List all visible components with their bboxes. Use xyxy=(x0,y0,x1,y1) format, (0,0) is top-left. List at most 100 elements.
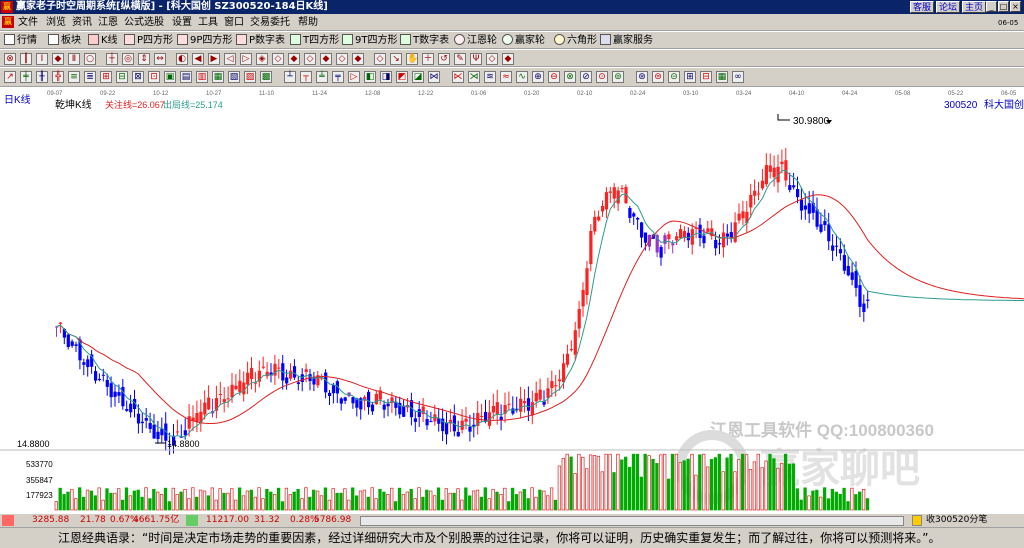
menu-settings[interactable]: 设置 xyxy=(172,16,192,29)
drawing-tool-icon[interactable]: ✋ xyxy=(406,53,418,65)
analysis-tool-icon[interactable]: ⊟ xyxy=(116,71,128,83)
drawing-tool-icon[interactable]: Ι xyxy=(36,53,48,65)
analysis-tool-icon[interactable]: ⋊ xyxy=(468,71,480,83)
homepage-link[interactable]: 主页 xyxy=(962,1,987,13)
drawing-tool-icon[interactable]: ▶ xyxy=(208,53,220,65)
analysis-tool-icon[interactable]: ∞ xyxy=(732,71,744,83)
analysis-tool-icon[interactable]: ⊟ xyxy=(700,71,712,83)
analysis-tool-icon[interactable]: ⋈ xyxy=(428,71,440,83)
drawing-tool-icon[interactable]: Ψ xyxy=(470,53,482,65)
quotes-button[interactable]: 行情 xyxy=(4,34,37,48)
drawing-tool-icon[interactable]: ◐ xyxy=(176,53,188,65)
drawing-tool-icon[interactable]: ◆ xyxy=(288,53,300,65)
hexagon-button[interactable]: 六角形 xyxy=(554,34,597,48)
drawing-tool-icon[interactable]: ◇ xyxy=(304,53,316,65)
drawing-tool-icon[interactable]: ◎ xyxy=(122,53,134,65)
menu-info[interactable]: 资讯 xyxy=(72,16,92,29)
analysis-tool-icon[interactable]: ≋ xyxy=(484,71,496,83)
analysis-tool-icon[interactable]: ╬ xyxy=(52,71,64,83)
menu-file[interactable]: 文件 xyxy=(18,16,38,29)
drawing-tool-icon[interactable]: ⇔ xyxy=(154,53,166,65)
menu-tools[interactable]: 工具 xyxy=(198,16,218,29)
drawing-tool-icon[interactable]: Ⅱ xyxy=(68,53,80,65)
analysis-tool-icon[interactable]: ⊞ xyxy=(100,71,112,83)
analysis-tool-icon[interactable]: ╪ xyxy=(20,71,32,83)
analysis-tool-icon[interactable]: ≣ xyxy=(84,71,96,83)
gann-wheel-button[interactable]: 江恩轮 xyxy=(454,34,497,48)
menu-help[interactable]: 帮助 xyxy=(298,16,318,29)
analysis-tool-icon[interactable]: ⋉ xyxy=(452,71,464,83)
analysis-tool-icon[interactable]: ╤ xyxy=(332,71,344,83)
analysis-tool-icon[interactable]: ≈ xyxy=(500,71,512,83)
9p-square-button[interactable]: 9P四方形 xyxy=(177,34,232,48)
winner-wheel-button[interactable]: 赢家轮 xyxy=(502,34,545,48)
analysis-tool-icon[interactable]: ▦ xyxy=(212,71,224,83)
analysis-tool-icon[interactable]: ⊖ xyxy=(548,71,560,83)
drawing-tool-icon[interactable]: ┼ xyxy=(106,53,118,65)
analysis-tool-icon[interactable]: ⊗ xyxy=(564,71,576,83)
analysis-tool-icon[interactable]: ╫ xyxy=(36,71,48,83)
forum-link[interactable]: 论坛 xyxy=(936,1,961,13)
menu-window[interactable]: 窗口 xyxy=(224,16,244,29)
analysis-tool-icon[interactable]: ⊘ xyxy=(580,71,592,83)
analysis-tool-icon[interactable]: ╧ xyxy=(316,71,328,83)
minimize-button[interactable]: _ xyxy=(986,1,997,12)
drawing-tool-icon[interactable]: ◇ xyxy=(486,53,498,65)
kline-chart[interactable]: 09-07 09-22 10-12 10-27 11-10 11-24 12-08 12-22… xyxy=(0,87,1024,513)
analysis-tool-icon[interactable]: ↗ xyxy=(4,71,16,83)
menu-gann[interactable]: 江恩 xyxy=(98,16,118,29)
analysis-tool-icon[interactable]: ▣ xyxy=(164,71,176,83)
drawing-tool-icon[interactable]: ◀ xyxy=(192,53,204,65)
drawing-tool-icon[interactable]: ◇ xyxy=(374,53,386,65)
menu-browse[interactable]: 浏览 xyxy=(46,16,66,29)
analysis-tool-icon[interactable]: ⊡ xyxy=(148,71,160,83)
winner-service-button[interactable]: 赢家服务 xyxy=(600,34,653,48)
drawing-tool-icon[interactable]: ◆ xyxy=(52,53,64,65)
drawing-tool-icon[interactable]: ▷ xyxy=(240,53,252,65)
analysis-tool-icon[interactable]: ⊜ xyxy=(652,71,664,83)
drawing-tool-icon[interactable]: ○ xyxy=(84,53,96,65)
analysis-tool-icon[interactable]: ⊛ xyxy=(636,71,648,83)
analysis-tool-icon[interactable]: ⊝ xyxy=(668,71,680,83)
analysis-tool-icon[interactable]: ⊕ xyxy=(532,71,544,83)
menu-trade[interactable]: 交易委托 xyxy=(250,16,290,29)
customer-service-link[interactable]: 客服 xyxy=(910,1,935,13)
drawing-tool-icon[interactable]: ◈ xyxy=(256,53,268,65)
analysis-tool-icon[interactable]: ▥ xyxy=(196,71,208,83)
drawing-tool-icon[interactable]: ＋ xyxy=(422,53,434,65)
analysis-tool-icon[interactable]: ≡ xyxy=(68,71,80,83)
analysis-tool-icon[interactable]: ▧ xyxy=(228,71,240,83)
analysis-tool-icon[interactable]: ∿ xyxy=(516,71,528,83)
drawing-tool-icon[interactable]: ◆ xyxy=(320,53,332,65)
analysis-tool-icon[interactable]: ┬ xyxy=(300,71,312,83)
drawing-tool-icon[interactable]: ↺ xyxy=(438,53,450,65)
analysis-tool-icon[interactable]: ┴ xyxy=(284,71,296,83)
close-button[interactable]: × xyxy=(1010,1,1021,12)
analysis-tool-icon[interactable]: ⊞ xyxy=(684,71,696,83)
analysis-tool-icon[interactable]: ◩ xyxy=(396,71,408,83)
status-scrollbar[interactable] xyxy=(360,516,904,526)
drawing-tool-icon[interactable]: ⇕ xyxy=(138,53,150,65)
t-square-button[interactable]: T四方形 xyxy=(290,34,339,48)
menu-formula[interactable]: 公式选股 xyxy=(124,16,164,29)
drawing-tool-icon[interactable]: ⊗ xyxy=(4,53,16,65)
analysis-tool-icon[interactable]: ▷ xyxy=(348,71,360,83)
analysis-tool-icon[interactable]: ⊠ xyxy=(132,71,144,83)
drawing-tool-icon[interactable]: ◆ xyxy=(502,53,514,65)
analysis-tool-icon[interactable]: ◨ xyxy=(380,71,392,83)
drawing-tool-icon[interactable]: ◇ xyxy=(336,53,348,65)
analysis-tool-icon[interactable]: ◪ xyxy=(412,71,424,83)
drawing-tool-icon[interactable]: ◁ xyxy=(224,53,236,65)
analysis-tool-icon[interactable]: ▤ xyxy=(180,71,192,83)
9t-square-button[interactable]: 9T四方形 xyxy=(342,34,397,48)
drawing-tool-icon[interactable]: ✎ xyxy=(454,53,466,65)
p-square-button[interactable]: P四方形 xyxy=(124,34,173,48)
drawing-tool-icon[interactable]: ◇ xyxy=(272,53,284,65)
p-number-table-button[interactable]: P数字表 xyxy=(236,34,285,48)
maximize-button[interactable]: □ xyxy=(998,1,1009,12)
t-number-table-button[interactable]: T数字表 xyxy=(400,34,449,48)
drawing-tool-icon[interactable]: ┃ xyxy=(20,53,32,65)
analysis-tool-icon[interactable]: ▦ xyxy=(716,71,728,83)
chart-canvas[interactable]: 09-07 09-22 10-12 10-27 11-10 11-24 12-08 12-22… xyxy=(0,87,1024,513)
analysis-tool-icon[interactable]: ▩ xyxy=(260,71,272,83)
